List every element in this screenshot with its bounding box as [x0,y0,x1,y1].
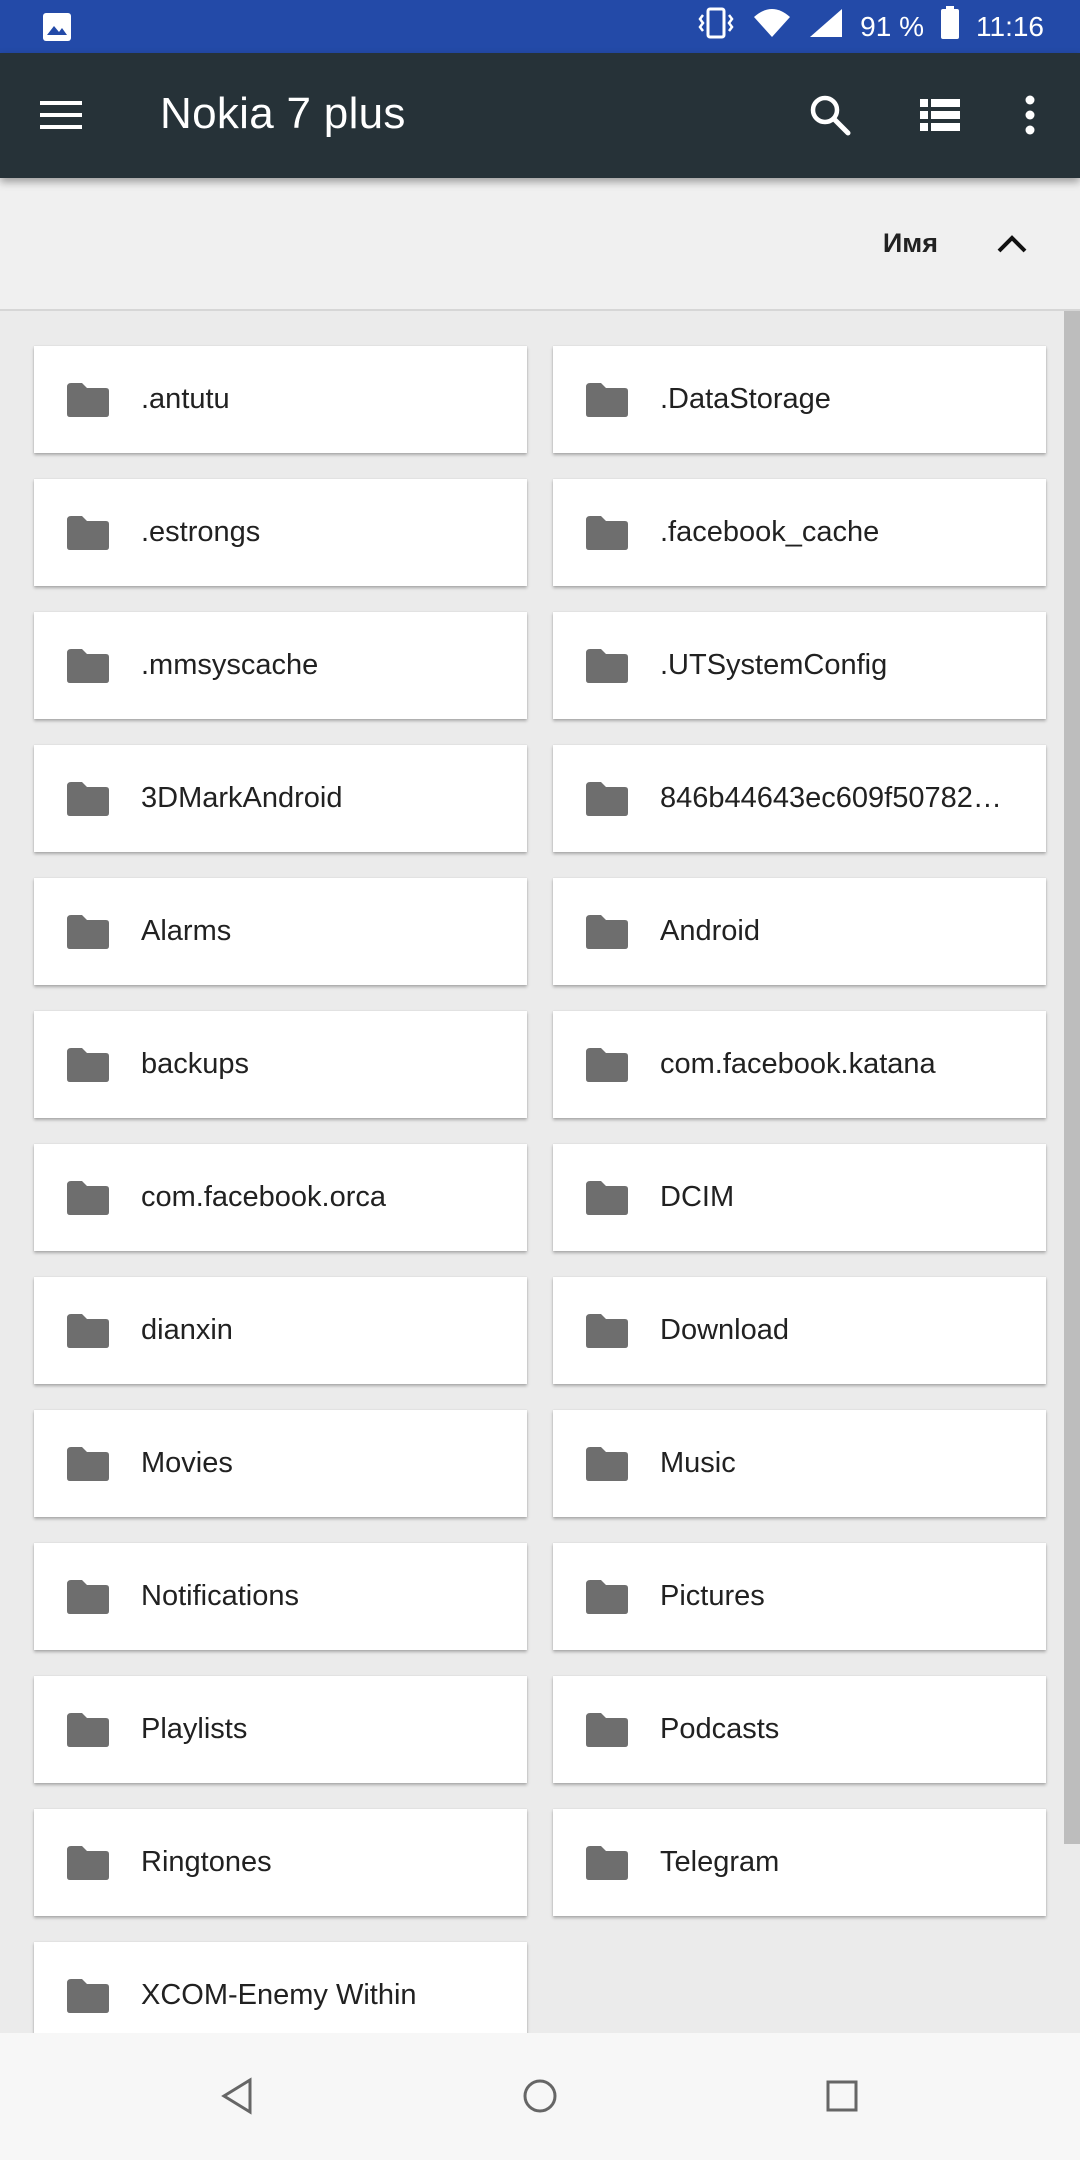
folder-icon [65,1711,111,1749]
menu-icon[interactable] [40,95,84,135]
app-bar: Nokia 7 plus [0,53,1080,178]
clock: 11:16 [976,10,1044,42]
page-title: Nokia 7 plus [160,89,406,138]
folder-name: Music [660,1447,736,1479]
folder-grid: .antutu .DataStorage .estrongs .facebook_ca… [34,346,1046,2033]
folder-item[interactable]: 846b44643ec609f50782… [553,745,1046,852]
battery-percent: 91 % [860,10,924,42]
folder-item[interactable]: .estrongs [34,479,527,586]
folder-icon [65,1046,111,1084]
folder-item[interactable]: Playlists [34,1676,527,1783]
navigation-bar [0,2033,1080,2160]
folder-icon [65,780,111,818]
folder-item[interactable]: dianxin [34,1277,527,1384]
folder-name: .facebook_cache [660,516,880,548]
folder-icon [65,1977,111,2015]
list-view-icon[interactable] [910,85,970,145]
folder-icon [65,381,111,419]
folder-name: .UTSystemConfig [660,649,888,681]
image-notification-icon [42,12,72,47]
folder-name: Telegram [660,1846,780,1878]
sort-by-name-label[interactable]: Имя [883,228,938,259]
folder-icon [65,1179,111,1217]
folder-item[interactable]: Alarms [34,878,527,985]
folder-item[interactable]: XCOM-Enemy Within [34,1942,527,2033]
folder-name: 3DMarkAndroid [141,782,343,814]
back-icon[interactable] [202,2061,272,2131]
folder-name: .DataStorage [660,383,831,415]
folder-item[interactable]: Android [553,878,1046,985]
folder-item[interactable]: Ringtones [34,1809,527,1916]
folder-icon [65,1312,111,1350]
folder-icon [65,647,111,685]
folder-name: Ringtones [141,1846,272,1878]
wifi-icon [752,7,792,46]
search-icon[interactable] [800,85,860,145]
recents-icon[interactable] [807,2061,877,2131]
sort-bar: Имя [0,178,1080,311]
folder-icon [584,1312,630,1350]
folder-item[interactable]: Download [553,1277,1046,1384]
folder-item[interactable]: Telegram [553,1809,1046,1916]
folder-icon [584,1578,630,1616]
battery-icon [940,6,960,47]
folder-name: Notifications [141,1580,299,1612]
folder-name: Pictures [660,1580,765,1612]
folder-icon [584,647,630,685]
home-icon[interactable] [505,2061,575,2131]
folder-name: backups [141,1048,250,1080]
folder-item[interactable]: Pictures [553,1543,1046,1650]
folder-icon [65,1578,111,1616]
folder-name: .mmsyscache [141,649,319,681]
folder-icon [584,780,630,818]
folder-icon [584,514,630,552]
folder-item[interactable]: Podcasts [553,1676,1046,1783]
folder-icon [584,913,630,951]
folder-icon [584,1179,630,1217]
folder-name: .antutu [141,383,230,415]
scrollbar[interactable] [1064,311,1080,1844]
folder-item[interactable]: com.facebook.katana [553,1011,1046,1118]
folder-item[interactable]: .mmsyscache [34,612,527,719]
folder-item[interactable]: .DataStorage [553,346,1046,453]
status-bar: 91 % 11:16 [0,0,1080,53]
folder-name: Podcasts [660,1713,780,1745]
folder-name: 846b44643ec609f50782… [660,782,1002,814]
folder-name: Android [660,915,760,947]
folder-name: Alarms [141,915,232,947]
more-vert-icon[interactable] [1000,85,1060,145]
folder-name: dianxin [141,1314,233,1346]
folder-list[interactable]: .antutu .DataStorage .estrongs .facebook_ca… [0,311,1080,2033]
folder-name: .estrongs [141,516,261,548]
folder-item[interactable]: .facebook_cache [553,479,1046,586]
folder-name: Playlists [141,1713,248,1745]
folder-item[interactable]: 3DMarkAndroid [34,745,527,852]
folder-item[interactable]: Music [553,1410,1046,1517]
folder-item[interactable]: .antutu [34,346,527,453]
folder-name: DCIM [660,1181,735,1213]
folder-item[interactable]: .UTSystemConfig [553,612,1046,719]
folder-icon [65,1844,111,1882]
folder-icon [65,1445,111,1483]
folder-item[interactable]: com.facebook.orca [34,1144,527,1251]
folder-icon [65,913,111,951]
folder-item[interactable]: backups [34,1011,527,1118]
folder-name: com.facebook.orca [141,1181,387,1213]
folder-item[interactable]: DCIM [553,1144,1046,1251]
folder-name: com.facebook.katana [660,1048,936,1080]
folder-icon [65,514,111,552]
folder-icon [584,381,630,419]
vibrate-icon [696,7,736,46]
folder-name: Movies [141,1447,233,1479]
folder-name: XCOM-Enemy Within [141,1979,417,2011]
folder-item[interactable]: Notifications [34,1543,527,1650]
folder-icon [584,1844,630,1882]
folder-name: Download [660,1314,789,1346]
folder-icon [584,1711,630,1749]
folder-item[interactable]: Movies [34,1410,527,1517]
signal-icon [808,7,844,46]
chevron-up-icon[interactable] [984,216,1040,272]
folder-icon [584,1046,630,1084]
folder-icon [584,1445,630,1483]
